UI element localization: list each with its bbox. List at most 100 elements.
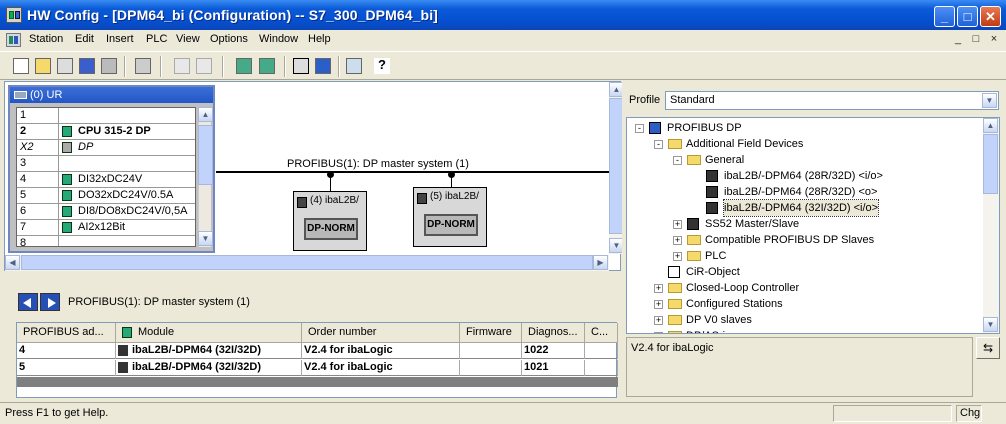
tree-item[interactable]: + DP/AS-i	[627, 328, 977, 333]
chevron-down-icon[interactable]: ▼	[982, 93, 997, 108]
menu-edit[interactable]: Edit	[75, 33, 94, 45]
tree-item[interactable]: + PLC	[627, 248, 977, 264]
empty-selected-row[interactable]	[17, 377, 618, 387]
tree-item[interactable]: + Compatible PROFIBUS DP Slaves	[627, 232, 977, 248]
save-compile-icon[interactable]	[99, 56, 119, 76]
tree-item[interactable]: ibaL2B/-DPM64 (28R/32D) <i/o>	[627, 168, 977, 184]
table-row[interactable]: 4 ibaL2B/-DPM64 (32I/32D) V2.4 for ibaLo…	[17, 343, 618, 359]
table-row[interactable]: 5 ibaL2B/-DPM64 (32I/32D) V2.4 for ibaLo…	[17, 360, 618, 376]
open-icon[interactable]	[33, 56, 53, 76]
expand-icon[interactable]: +	[673, 252, 682, 261]
catalog-info-text: V2.4 for ibaLogic	[631, 342, 714, 354]
station-view[interactable]: (0) UR 1 2 CPU 315-2 DP X2 DP 3 4 DI32xDC24…	[4, 81, 625, 271]
tree-item[interactable]: + Configured Stations	[627, 296, 977, 312]
menu-options[interactable]: Options	[210, 33, 248, 45]
scroll-thumb[interactable]	[198, 125, 213, 185]
tree-item[interactable]: - General	[627, 152, 977, 168]
tree-item[interactable]: + DP V0 slaves	[627, 312, 977, 328]
column-header[interactable]: Firmware	[460, 323, 522, 343]
rack-row[interactable]: 3	[17, 156, 195, 172]
scroll-down-icon[interactable]: ▼	[198, 231, 213, 246]
forward-arrow-icon[interactable]	[40, 293, 60, 311]
upload-icon[interactable]	[257, 56, 277, 76]
station-horizontal-scrollbar[interactable]: ◀ ▶	[5, 255, 609, 271]
info-toggle-icon[interactable]: ⇆	[976, 337, 1000, 359]
rack-row[interactable]: X2 DP	[17, 140, 195, 156]
back-arrow-icon[interactable]	[18, 293, 38, 311]
profile-select[interactable]: Standard ▼	[665, 91, 999, 110]
new-icon[interactable]	[11, 56, 31, 76]
expand-icon[interactable]: +	[654, 284, 663, 293]
help-icon[interactable]: ?	[372, 56, 392, 76]
menu-plc[interactable]: PLC	[146, 33, 167, 45]
folder-icon	[668, 283, 682, 293]
column-header[interactable]: Diagnos...	[522, 323, 585, 343]
tree-item[interactable]: + Closed-Loop Controller	[627, 280, 977, 296]
paste-icon[interactable]	[194, 56, 214, 76]
expand-icon[interactable]: +	[673, 236, 682, 245]
module-table[interactable]: PROFIBUS ad... Module Order number Firmw…	[16, 322, 618, 398]
mdi-close-button[interactable]: ×	[986, 33, 1002, 47]
network-icon[interactable]	[344, 56, 364, 76]
print-icon[interactable]	[133, 56, 153, 76]
expand-icon[interactable]: +	[654, 332, 663, 333]
rack-row[interactable]: 6 DI8/DO8xDC24V/0,5A	[17, 204, 195, 220]
collapse-icon[interactable]: -	[654, 140, 663, 149]
rack-row[interactable]: 8	[17, 236, 195, 246]
menu-station[interactable]: Station	[29, 33, 63, 45]
rack-scrollbar[interactable]: ▲ ▼	[198, 107, 213, 247]
scroll-thumb[interactable]	[21, 255, 593, 270]
menu-window[interactable]: Window	[259, 33, 298, 45]
tree-item[interactable]: - PROFIBUS DP	[627, 120, 977, 136]
tree-item[interactable]: CiR-Object	[627, 264, 977, 280]
download-icon[interactable]	[234, 56, 254, 76]
dp-slave-4[interactable]: (4) ibaL2B/ DP-NORM	[293, 191, 367, 251]
hardware-catalog-tree[interactable]: - PROFIBUS DP - Additional Field Devices - Ge…	[626, 117, 1000, 334]
profibus-line[interactable]	[216, 171, 616, 173]
scroll-up-icon[interactable]: ▲	[198, 107, 213, 122]
scroll-down-icon[interactable]: ▼	[983, 317, 998, 332]
menu-help[interactable]: Help	[308, 33, 331, 45]
rack-row[interactable]: 1	[17, 108, 195, 124]
rack-row[interactable]: 7 AI2x12Bit	[17, 220, 195, 236]
hw-config-app-icon[interactable]	[6, 7, 22, 23]
tree-item[interactable]: ibaL2B/-DPM64 (28R/32D) <o>	[627, 184, 977, 200]
tree-item[interactable]: ibaL2B/-DPM64 (32I/32D) <i/o>	[627, 199, 977, 217]
rack-window[interactable]: (0) UR 1 2 CPU 315-2 DP X2 DP 3 4 DI32xDC24…	[8, 85, 215, 253]
catalog-view-icon[interactable]	[291, 56, 311, 76]
menu-view[interactable]: View	[176, 33, 200, 45]
expand-icon[interactable]: +	[654, 300, 663, 309]
document-icon[interactable]	[6, 33, 21, 47]
expand-icon[interactable]: +	[654, 316, 663, 325]
collapse-icon[interactable]: -	[673, 156, 682, 165]
copy-icon[interactable]	[172, 56, 192, 76]
rack-table[interactable]: 1 2 CPU 315-2 DP X2 DP 3 4 DI32xDC24V 5 DO32…	[16, 107, 196, 247]
expand-icon[interactable]: +	[673, 220, 682, 229]
dp-slave-5[interactable]: (5) ibaL2B/ DP-NORM	[413, 187, 487, 247]
scroll-up-icon[interactable]: ▲	[983, 118, 998, 133]
window-icon[interactable]	[313, 56, 333, 76]
close-button[interactable]: ✕	[980, 6, 1001, 27]
mdi-minimize-button[interactable]: _	[950, 33, 966, 47]
column-header[interactable]: C...	[585, 323, 618, 343]
title-bar[interactable]: HW Config - [DPM64_bi (Configuration) --…	[0, 0, 1006, 30]
minimize-button[interactable]: _	[934, 6, 955, 27]
scroll-left-icon[interactable]: ◀	[5, 255, 20, 270]
mdi-restore-button[interactable]: □	[968, 33, 984, 47]
rack-row[interactable]: 2 CPU 315-2 DP	[17, 124, 195, 140]
catalog-scrollbar[interactable]: ▲ ▼	[983, 118, 999, 333]
scroll-thumb[interactable]	[983, 134, 998, 194]
column-header[interactable]: Order number	[302, 323, 460, 343]
open-online-icon[interactable]	[55, 56, 75, 76]
rack-row[interactable]: 5 DO32xDC24V/0.5A	[17, 188, 195, 204]
scroll-right-icon[interactable]: ▶	[593, 255, 608, 270]
tree-item[interactable]: - Additional Field Devices	[627, 136, 977, 152]
menu-insert[interactable]: Insert	[106, 33, 134, 45]
tree-item[interactable]: + SS52 Master/Slave	[627, 216, 977, 232]
save-icon[interactable]	[77, 56, 97, 76]
maximize-button[interactable]: □	[957, 6, 978, 27]
column-header[interactable]: Module	[116, 323, 302, 343]
collapse-icon[interactable]: -	[635, 124, 644, 133]
column-header[interactable]: PROFIBUS ad...	[17, 323, 116, 343]
rack-row[interactable]: 4 DI32xDC24V	[17, 172, 195, 188]
